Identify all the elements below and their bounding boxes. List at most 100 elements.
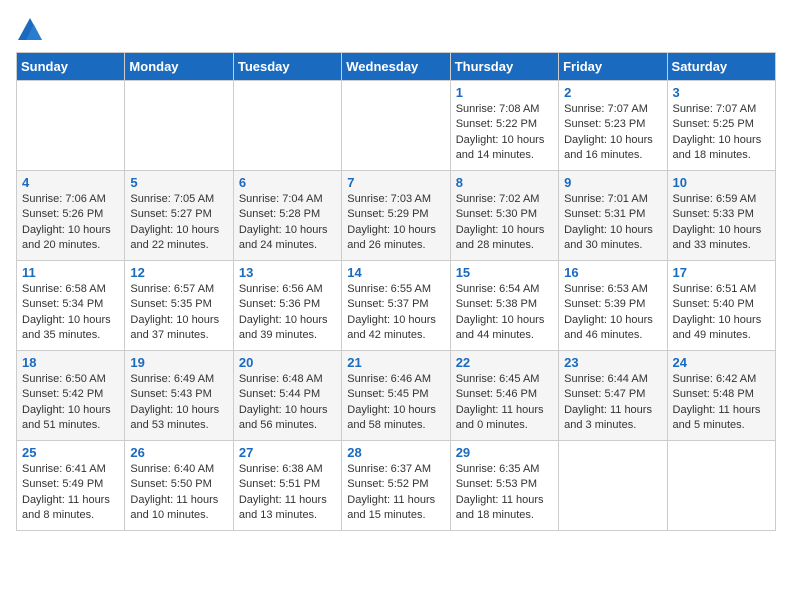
day-content: Sunrise: 7:08 AM Sunset: 5:22 PM Dayligh… [456, 102, 553, 164]
calendar-cell: 10 Sunrise: 6:59 AM Sunset: 5:33 PM Dayli… [667, 171, 775, 261]
header-day-monday: Monday [125, 53, 233, 81]
calendar-cell: 7 Sunrise: 7:03 AM Sunset: 5:29 PM Daylig… [342, 171, 450, 261]
day-content: Sunrise: 7:07 AM Sunset: 5:25 PM Dayligh… [673, 102, 770, 164]
day-number: 29 [456, 445, 553, 460]
day-number: 8 [456, 175, 553, 190]
day-number: 16 [564, 265, 661, 280]
day-content: Sunrise: 6:45 AM Sunset: 5:46 PM Dayligh… [456, 372, 553, 434]
day-number: 15 [456, 265, 553, 280]
header-day-saturday: Saturday [667, 53, 775, 81]
day-content: Sunrise: 6:50 AM Sunset: 5:42 PM Dayligh… [22, 372, 119, 434]
calendar-cell: 1 Sunrise: 7:08 AM Sunset: 5:22 PM Daylig… [450, 81, 558, 171]
calendar-cell: 28 Sunrise: 6:37 AM Sunset: 5:52 PM Dayli… [342, 441, 450, 531]
day-content: Sunrise: 6:59 AM Sunset: 5:33 PM Dayligh… [673, 192, 770, 254]
day-content: Sunrise: 6:41 AM Sunset: 5:49 PM Dayligh… [22, 462, 119, 524]
day-number: 7 [347, 175, 444, 190]
calendar-cell: 15 Sunrise: 6:54 AM Sunset: 5:38 PM Dayli… [450, 261, 558, 351]
calendar-week-5: 25 Sunrise: 6:41 AM Sunset: 5:49 PM Dayli… [17, 441, 776, 531]
day-number: 21 [347, 355, 444, 370]
day-number: 9 [564, 175, 661, 190]
calendar-header-row: SundayMondayTuesdayWednesdayThursdayFrid… [17, 53, 776, 81]
calendar-cell: 18 Sunrise: 6:50 AM Sunset: 5:42 PM Dayli… [17, 351, 125, 441]
day-number: 26 [130, 445, 227, 460]
logo [16, 16, 48, 44]
logo-icon [16, 16, 44, 44]
calendar-cell: 12 Sunrise: 6:57 AM Sunset: 5:35 PM Dayli… [125, 261, 233, 351]
calendar-table: SundayMondayTuesdayWednesdayThursdayFrid… [16, 52, 776, 531]
calendar-cell: 9 Sunrise: 7:01 AM Sunset: 5:31 PM Daylig… [559, 171, 667, 261]
day-content: Sunrise: 6:44 AM Sunset: 5:47 PM Dayligh… [564, 372, 661, 434]
day-content: Sunrise: 6:51 AM Sunset: 5:40 PM Dayligh… [673, 282, 770, 344]
day-content: Sunrise: 6:40 AM Sunset: 5:50 PM Dayligh… [130, 462, 227, 524]
calendar-cell: 24 Sunrise: 6:42 AM Sunset: 5:48 PM Dayli… [667, 351, 775, 441]
day-number: 1 [456, 85, 553, 100]
day-content: Sunrise: 7:03 AM Sunset: 5:29 PM Dayligh… [347, 192, 444, 254]
calendar-week-3: 11 Sunrise: 6:58 AM Sunset: 5:34 PM Dayli… [17, 261, 776, 351]
day-content: Sunrise: 6:42 AM Sunset: 5:48 PM Dayligh… [673, 372, 770, 434]
day-number: 19 [130, 355, 227, 370]
day-number: 20 [239, 355, 336, 370]
calendar-cell: 21 Sunrise: 6:46 AM Sunset: 5:45 PM Dayli… [342, 351, 450, 441]
calendar-cell [233, 81, 341, 171]
calendar-cell: 4 Sunrise: 7:06 AM Sunset: 5:26 PM Daylig… [17, 171, 125, 261]
calendar-cell: 14Sunrise: 6:55 AM Sunset: 5:37 PM Dayli… [342, 261, 450, 351]
day-number: 11 [22, 265, 119, 280]
day-content: Sunrise: 6:58 AM Sunset: 5:34 PM Dayligh… [22, 282, 119, 344]
day-content: Sunrise: 6:53 AM Sunset: 5:39 PM Dayligh… [564, 282, 661, 344]
calendar-cell: 20 Sunrise: 6:48 AM Sunset: 5:44 PM Dayli… [233, 351, 341, 441]
calendar-cell [559, 441, 667, 531]
day-content: Sunrise: 6:56 AM Sunset: 5:36 PM Dayligh… [239, 282, 336, 344]
day-content: Sunrise: 6:57 AM Sunset: 5:35 PM Dayligh… [130, 282, 227, 344]
day-content: Sunrise: 7:01 AM Sunset: 5:31 PM Dayligh… [564, 192, 661, 254]
day-number: 18 [22, 355, 119, 370]
day-content: Sunrise: 7:05 AM Sunset: 5:27 PM Dayligh… [130, 192, 227, 254]
day-number: 12 [130, 265, 227, 280]
day-number: 25 [22, 445, 119, 460]
calendar-cell: 23 Sunrise: 6:44 AM Sunset: 5:47 PM Dayli… [559, 351, 667, 441]
calendar-cell [667, 441, 775, 531]
calendar-cell: 6Sunrise: 7:04 AM Sunset: 5:28 PM Daylig… [233, 171, 341, 261]
day-content: Sunrise: 7:02 AM Sunset: 5:30 PM Dayligh… [456, 192, 553, 254]
header-day-friday: Friday [559, 53, 667, 81]
calendar-cell: 5Sunrise: 7:05 AM Sunset: 5:27 PM Daylig… [125, 171, 233, 261]
calendar-week-1: 1 Sunrise: 7:08 AM Sunset: 5:22 PM Daylig… [17, 81, 776, 171]
calendar-cell: 19Sunrise: 6:49 AM Sunset: 5:43 PM Dayli… [125, 351, 233, 441]
day-number: 3 [673, 85, 770, 100]
day-number: 22 [456, 355, 553, 370]
day-content: Sunrise: 7:06 AM Sunset: 5:26 PM Dayligh… [22, 192, 119, 254]
day-number: 28 [347, 445, 444, 460]
calendar-cell: 29 Sunrise: 6:35 AM Sunset: 5:53 PM Dayli… [450, 441, 558, 531]
day-number: 24 [673, 355, 770, 370]
day-number: 17 [673, 265, 770, 280]
calendar-cell [342, 81, 450, 171]
calendar-cell [125, 81, 233, 171]
calendar-cell: 17 Sunrise: 6:51 AM Sunset: 5:40 PM Dayli… [667, 261, 775, 351]
header-day-wednesday: Wednesday [342, 53, 450, 81]
calendar-week-4: 18 Sunrise: 6:50 AM Sunset: 5:42 PM Dayli… [17, 351, 776, 441]
day-number: 13 [239, 265, 336, 280]
calendar-week-2: 4 Sunrise: 7:06 AM Sunset: 5:26 PM Daylig… [17, 171, 776, 261]
day-content: Sunrise: 7:04 AM Sunset: 5:28 PM Dayligh… [239, 192, 336, 254]
day-number: 10 [673, 175, 770, 190]
calendar-cell: 16 Sunrise: 6:53 AM Sunset: 5:39 PM Dayli… [559, 261, 667, 351]
header [16, 16, 776, 44]
day-content: Sunrise: 6:37 AM Sunset: 5:52 PM Dayligh… [347, 462, 444, 524]
day-content: Sunrise: 7:07 AM Sunset: 5:23 PM Dayligh… [564, 102, 661, 164]
day-number: 23 [564, 355, 661, 370]
day-number: 2 [564, 85, 661, 100]
header-day-thursday: Thursday [450, 53, 558, 81]
day-number: 14 [347, 265, 444, 280]
day-number: 4 [22, 175, 119, 190]
calendar-cell: 3 Sunrise: 7:07 AM Sunset: 5:25 PM Daylig… [667, 81, 775, 171]
calendar-cell: 13 Sunrise: 6:56 AM Sunset: 5:36 PM Dayli… [233, 261, 341, 351]
calendar-cell: 8 Sunrise: 7:02 AM Sunset: 5:30 PM Daylig… [450, 171, 558, 261]
calendar-cell: 11 Sunrise: 6:58 AM Sunset: 5:34 PM Dayli… [17, 261, 125, 351]
day-content: Sunrise: 6:35 AM Sunset: 5:53 PM Dayligh… [456, 462, 553, 524]
day-content: Sunrise: 6:48 AM Sunset: 5:44 PM Dayligh… [239, 372, 336, 434]
calendar-cell: 25 Sunrise: 6:41 AM Sunset: 5:49 PM Dayli… [17, 441, 125, 531]
day-content: Sunrise: 6:46 AM Sunset: 5:45 PM Dayligh… [347, 372, 444, 434]
header-day-tuesday: Tuesday [233, 53, 341, 81]
calendar-cell: 27Sunrise: 6:38 AM Sunset: 5:51 PM Dayli… [233, 441, 341, 531]
calendar-cell [17, 81, 125, 171]
day-content: Sunrise: 6:54 AM Sunset: 5:38 PM Dayligh… [456, 282, 553, 344]
